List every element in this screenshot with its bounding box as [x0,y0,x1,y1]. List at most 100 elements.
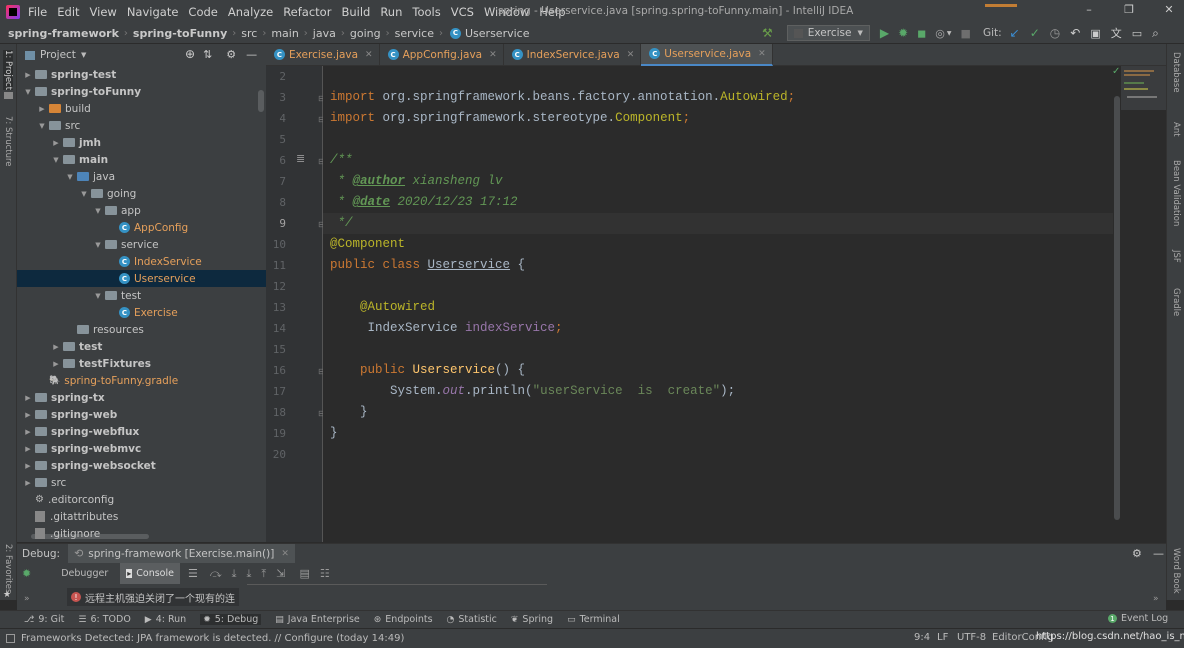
close-icon[interactable]: ✕ [1162,3,1176,16]
run-config-selector[interactable]: Exercise ▼ [786,25,870,41]
step-over-icon[interactable]: ⤼ [210,567,222,581]
tool-window-4-run[interactable]: ▶ 4: Run [145,614,186,625]
breadcrumb-item[interactable]: spring-framework [8,27,119,40]
expand-arrow-icon[interactable]: ▼ [65,173,75,181]
tree-item[interactable]: ▼ test [17,287,266,304]
tree-item[interactable]: C IndexService [17,253,266,270]
tool-window-terminal[interactable]: ▭ Terminal [567,614,620,625]
tree-item[interactable]: ▼ going [17,185,266,202]
project-view-label[interactable]: Project [40,49,76,61]
expand-arrow-icon[interactable]: ▶ [23,462,33,470]
tree-item[interactable]: ▼ spring-toFunny [17,83,266,100]
build-hammer-icon[interactable]: ⚒ [762,26,773,40]
status-message[interactable]: Frameworks Detected: JPA framework is de… [21,633,404,644]
tree-item[interactable]: ▶ build [17,100,266,117]
menu-item-analyze[interactable]: Analyze [228,5,273,19]
tool-database-tab[interactable]: Database [1171,52,1181,93]
expand-arrow-icon[interactable]: ▶ [51,343,61,351]
menu-item-run[interactable]: Run [380,5,402,19]
close-tab-icon[interactable]: ✕ [489,50,497,60]
tool-structure-tab[interactable]: 7: Structure [3,116,13,167]
tree-item[interactable]: ▶ testFixtures [17,355,266,372]
tree-item[interactable]: .gitignore [17,525,266,542]
step-into-icon[interactable]: ⤓ [232,567,237,581]
menu-item-view[interactable]: View [90,5,117,19]
hide-icon[interactable]: — [246,48,257,61]
tree-item[interactable]: ▶ spring-web [17,406,266,423]
trace-icon[interactable]: ☷ [320,567,330,580]
expand-arrow-icon[interactable]: ▶ [23,428,33,436]
editor-scrollbar[interactable] [1113,66,1121,522]
tool-window-9-git[interactable]: ⎇ 9: Git [24,614,64,625]
tool-ant-tab[interactable]: Ant [1171,122,1181,137]
git-rollback-icon[interactable]: ↶ [1070,26,1080,40]
expand-arrow-icon[interactable]: ▶ [51,139,61,147]
project-structure-icon[interactable]: ▣ [1090,27,1100,40]
expand-arrow-icon[interactable]: ▶ [23,445,33,453]
tree-item[interactable]: ▶ spring-test [17,66,266,83]
presentation-icon[interactable]: ▭ [1132,27,1142,40]
tab-exercise-java[interactable]: C Exercise.java ✕ [266,43,380,66]
git-update-icon[interactable]: ↙ [1010,26,1020,40]
expand-arrow-icon[interactable]: ▼ [93,207,103,215]
profile-icon[interactable]: ◎ [935,27,945,40]
tree-item[interactable]: ▼ main [17,151,266,168]
hide-icon[interactable]: — [1153,547,1164,560]
tool-window-endpoints[interactable]: ⊛ Endpoints [374,614,433,625]
locate-icon[interactable]: ⊕ [185,47,195,61]
file-encoding[interactable]: UTF-8 [957,632,986,643]
tree-item[interactable]: C Userservice [17,270,266,287]
menu-item-navigate[interactable]: Navigate [127,5,179,19]
debug-session-tab[interactable]: ⟲ spring-framework [Exercise.main()] ✕ [68,543,295,564]
tree-item[interactable]: ▶ spring-tx [17,389,266,406]
event-log-button[interactable]: 1 Event Log [1108,613,1168,624]
expand-arrow-icon[interactable]: ▶ [51,360,61,368]
breadcrumb-item[interactable]: java [313,27,336,40]
tool-window-spring[interactable]: ❦ Spring [511,614,553,625]
menu-item-code[interactable]: Code [188,5,217,19]
code-minimap[interactable]: ✓ [1112,66,1166,542]
debug-bug-icon[interactable]: ✹ [898,26,908,40]
tree-item[interactable]: ▶ src [17,474,266,491]
tool-favorites-tab[interactable]: 2: Favorites [3,544,13,593]
code-editor[interactable]: import org.springframework.beans.factory… [323,66,1113,542]
search-icon[interactable]: ⌕ [1152,26,1159,41]
translate-icon[interactable]: 文 [1111,25,1122,41]
tree-item[interactable]: .gitattributes [17,508,266,525]
tree-item[interactable]: C Exercise [17,304,266,321]
menu-item-build[interactable]: Build [341,5,370,19]
tree-item[interactable]: ▶ spring-webmvc [17,440,266,457]
tree-item[interactable]: 🐘 spring-toFunny.gradle [17,372,266,389]
menu-item-file[interactable]: File [28,5,47,19]
coverage-icon[interactable]: ◼ [917,27,926,40]
expand-arrow-icon[interactable]: ▶ [23,479,33,487]
view-dropdown-icon[interactable]: ▼ [81,51,86,59]
expand-arrow-icon[interactable]: ▼ [37,122,47,130]
tool-window-6-todo[interactable]: ☰ 6: TODO [78,614,130,625]
tool-bean-validation-tab[interactable]: Bean Validation [1171,160,1181,226]
tool-jsf-tab[interactable]: JSF [1171,250,1181,263]
tree-item[interactable]: ▼ app [17,202,266,219]
menu-item-tools[interactable]: Tools [412,5,440,19]
stop-icon[interactable]: ■ [961,27,971,40]
tool-wordbook-tab[interactable]: Word Book [1171,548,1181,594]
line-separator[interactable]: LF [937,632,948,643]
tree-item[interactable]: ▼ src [17,117,266,134]
run-icon[interactable]: ▶ [880,26,889,40]
list-icon[interactable]: ☰ [188,567,198,580]
profile-dropdown-icon[interactable]: ▼ [947,30,952,37]
doc-render-icon[interactable]: ≣ [296,152,305,165]
expand-arrow-icon[interactable]: ▶ [23,394,33,402]
expand-arrow-icon[interactable]: ▼ [51,156,61,164]
breadcrumb-item[interactable]: src [241,27,257,40]
close-session-icon[interactable]: ✕ [281,549,289,559]
tree-item[interactable]: ▶ jmh [17,134,266,151]
breadcrumb-item[interactable]: main [271,27,298,40]
expand-icon[interactable]: » [24,594,30,604]
tree-item[interactable]: ▶ test [17,338,266,355]
tool-gradle-tab[interactable]: Gradle [1171,288,1181,316]
tree-item[interactable]: C AppConfig [17,219,266,236]
breadcrumb-item[interactable]: Userservice [465,27,529,40]
expand-arrow-icon[interactable]: ▼ [23,88,33,96]
expand-arrow-icon[interactable]: ▼ [93,241,103,249]
